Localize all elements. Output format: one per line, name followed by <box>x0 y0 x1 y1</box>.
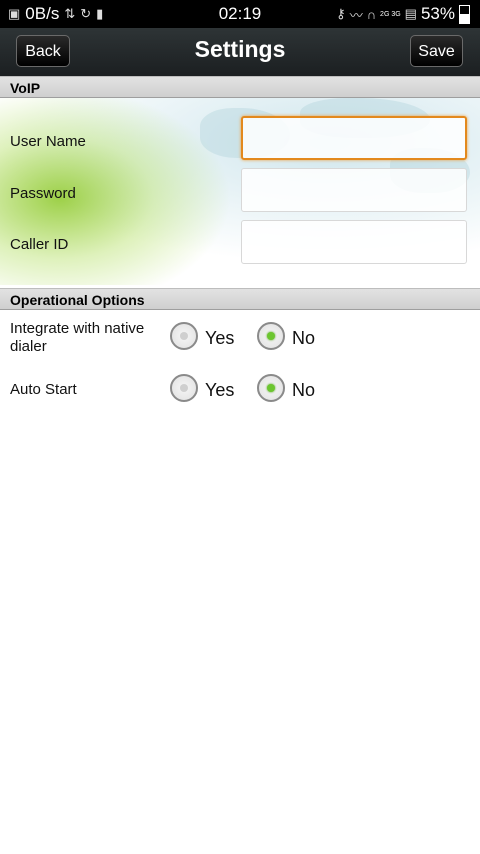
battery-icon <box>459 4 470 24</box>
key-icon: ⚷ <box>336 6 346 21</box>
voip-section-header: VoIP <box>0 76 480 98</box>
user-name-label: User Name <box>10 133 86 150</box>
radio-dot <box>180 384 188 392</box>
save-button[interactable]: Save <box>410 35 463 67</box>
integrate-no-radio[interactable] <box>257 322 285 350</box>
status-right: ⚷ 〰 ∩ 2G 3G ▤ 53% <box>336 4 470 24</box>
auto-start-no-label[interactable]: No <box>292 380 315 401</box>
operational-section-header: Operational Options <box>0 288 480 310</box>
auto-start-no-radio[interactable] <box>257 374 285 402</box>
page-title: Settings <box>194 36 286 62</box>
signal-wave-icon: 〰 <box>349 7 363 23</box>
battery-percent: 53% <box>420 4 455 23</box>
caller-id-label: Caller ID <box>10 236 69 253</box>
title-bar: Back Settings Save <box>0 28 480 77</box>
integrate-no-label[interactable]: No <box>292 328 315 349</box>
radio-dot <box>180 332 188 340</box>
auto-start-yes-radio[interactable] <box>170 374 198 402</box>
status-bar: ▣ 0B/s ⇅ ↻ ▮ 02:19 ⚷ 〰 ∩ 2G 3G ▤ 53% <box>0 0 480 28</box>
headphones-icon: ∩ <box>366 6 377 22</box>
integrate-yes-label[interactable]: Yes <box>205 328 234 349</box>
auto-start-label: Auto Start <box>10 381 77 398</box>
password-input[interactable] <box>241 168 467 212</box>
radio-dot <box>267 384 275 392</box>
signal-bars-icon: ▤ <box>404 6 417 21</box>
integrate-yes-radio[interactable] <box>170 322 198 350</box>
radio-dot <box>267 332 275 340</box>
network-type-label: 2G 3G <box>380 10 401 18</box>
caller-id-input[interactable] <box>241 220 467 264</box>
auto-start-yes-label[interactable]: Yes <box>205 380 234 401</box>
integrate-dialer-label: Integrate with native dialer <box>10 320 145 355</box>
password-label: Password <box>10 185 76 202</box>
user-name-input[interactable] <box>241 116 467 160</box>
